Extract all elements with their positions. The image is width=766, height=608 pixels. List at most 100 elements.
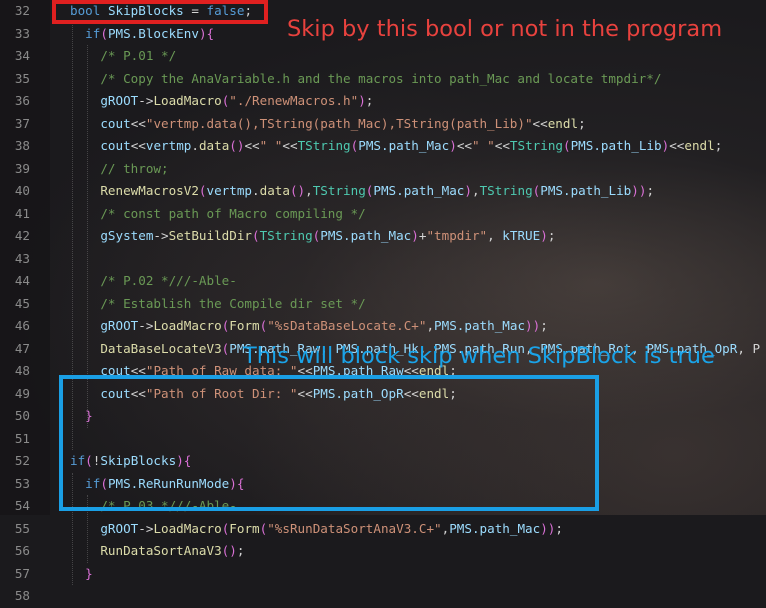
- code-token: TString: [509, 138, 563, 153]
- code-token: (: [259, 520, 268, 536]
- line-number: 37: [14, 115, 30, 131]
- code-token: ,: [305, 183, 313, 198]
- line-number: 49: [14, 385, 30, 401]
- line-number: 52: [14, 453, 30, 468]
- code-token: (: [252, 228, 260, 243]
- code-token: " ": [259, 138, 283, 153]
- code-line[interactable]: 44 /* P.02 *///-Able-: [0, 270, 766, 293]
- code-text: /* P.01 */: [70, 45, 176, 68]
- line-number: 40: [14, 183, 30, 198]
- line-number: 58: [14, 588, 30, 603]
- line-number: 46: [14, 318, 30, 333]
- code-token: <<: [532, 115, 548, 131]
- line-number: 53: [14, 475, 30, 491]
- code-line[interactable]: 34 /* P.01 */: [0, 45, 766, 68]
- code-line[interactable]: 46 gROOT->LoadMacro(Form("%sDataBaseLoca…: [0, 315, 766, 338]
- code-token: gSystem: [100, 228, 154, 243]
- code-token: PMS.path_Lib: [540, 183, 632, 198]
- line-number: 33: [14, 25, 30, 41]
- code-token: {: [206, 25, 215, 41]
- code-token: Form: [229, 318, 260, 333]
- code-line[interactable]: 40 RenewMacrosV2(vertmp.data(),TString(P…: [0, 180, 766, 203]
- code-line[interactable]: 36 gROOT->LoadMacro("./RenewMacros.h");: [0, 90, 766, 113]
- code-token: LoadMacro: [153, 318, 222, 333]
- code-token: ;: [646, 183, 655, 198]
- indent-guide: [87, 45, 88, 428]
- code-token: " ": [472, 138, 495, 153]
- line-number: 39: [14, 160, 30, 176]
- code-token: kTRUE: [502, 228, 541, 243]
- code-token: PMS.path_Mac: [373, 183, 465, 198]
- code-line[interactable]: 35 /* Copy the AnaVariable.h and the mac…: [0, 68, 766, 91]
- code-token: data: [259, 183, 290, 198]
- code-line[interactable]: 37 cout<<"vertmp.data(),TString(path_Mac…: [0, 113, 766, 136]
- code-token: TString: [479, 183, 533, 198]
- code-line[interactable]: 43: [0, 248, 766, 271]
- code-text: /* P.02 *///-Able-: [70, 270, 237, 293]
- code-token: ;: [578, 115, 586, 131]
- code-token: SetBuildDir: [168, 228, 252, 243]
- code-text: /* const path of Macro compiling */: [70, 203, 366, 226]
- line-number: 50: [14, 408, 30, 423]
- code-token: ,: [441, 520, 450, 536]
- code-token: TString: [312, 183, 366, 198]
- code-text: gSystem->SetBuildDir(TString(PMS.path_Ma…: [70, 225, 555, 248]
- code-line[interactable]: 38 cout<<vertmp.data()<<" "<<TString(PMS…: [0, 135, 766, 158]
- code-token: Form: [229, 520, 260, 536]
- code-text: gROOT->LoadMacro(Form("%sDataBaseLocate.…: [70, 315, 547, 338]
- code-line[interactable]: 45 /* Establish the Compile dir set */: [0, 293, 766, 316]
- line-number: 41: [14, 205, 30, 221]
- code-token: /* Copy the AnaVariable.h and the macros…: [100, 70, 662, 86]
- code-line[interactable]: 42 gSystem->SetBuildDir(TString(PMS.path…: [0, 225, 766, 248]
- code-line[interactable]: 58: [0, 585, 766, 608]
- code-token: ): [547, 520, 556, 536]
- code-token: ->: [138, 93, 154, 108]
- code-token: , P: [737, 340, 761, 356]
- code-text: gROOT->LoadMacro("./RenewMacros.h");: [70, 90, 373, 113]
- code-line[interactable]: 39 // throw;: [0, 158, 766, 181]
- code-line[interactable]: 55 gROOT->LoadMacro(Form("%sRunDataSortA…: [0, 518, 766, 541]
- code-line[interactable]: 41 /* const path of Macro compiling */: [0, 203, 766, 226]
- code-token: (: [198, 183, 207, 198]
- code-line[interactable]: 56 RunDataSortAnaV3();: [0, 540, 766, 563]
- code-token: ;: [365, 93, 374, 108]
- line-number: 44: [14, 273, 30, 288]
- code-token: ,: [426, 318, 435, 333]
- line-number: 43: [14, 250, 30, 266]
- code-token: ;: [714, 138, 723, 153]
- code-token: TString: [297, 138, 351, 153]
- code-token: PMS.path_Mac: [358, 138, 450, 153]
- code-token: vertmp: [145, 138, 192, 153]
- code-token: gROOT: [100, 318, 139, 333]
- code-text: RunDataSortAnaV3();: [70, 540, 244, 563]
- code-token: PMS.path_Lib: [570, 138, 662, 153]
- code-token: (: [100, 25, 108, 41]
- code-editor[interactable]: 32 bool SkipBlocks = false; 33 if(PMS.Bloc…: [0, 0, 766, 603]
- code-token: PMS.path_Mac: [449, 520, 541, 536]
- code-token: if: [85, 25, 101, 41]
- code-token: RenewMacrosV2: [100, 183, 199, 198]
- code-token: ,: [487, 228, 503, 243]
- code-token: /* const path of Macro compiling */: [100, 205, 366, 221]
- line-number: 48: [14, 363, 30, 378]
- line-number: 38: [14, 138, 30, 153]
- code-token: cout: [100, 115, 131, 131]
- line-number: 55: [14, 520, 30, 536]
- code-token: ): [631, 183, 639, 198]
- code-token: /* P.02 *///-Able-: [100, 273, 237, 288]
- code-token: PMS.BlockEnv: [107, 25, 199, 41]
- line-number: 34: [14, 48, 30, 63]
- code-token: "%sDataBaseLocate.C+": [267, 318, 427, 333]
- line-number: 45: [14, 295, 30, 311]
- code-token: .: [191, 138, 199, 153]
- code-line[interactable]: 57 }: [0, 563, 766, 586]
- red-annotation-text: Skip by this bool or not in the program: [287, 16, 723, 42]
